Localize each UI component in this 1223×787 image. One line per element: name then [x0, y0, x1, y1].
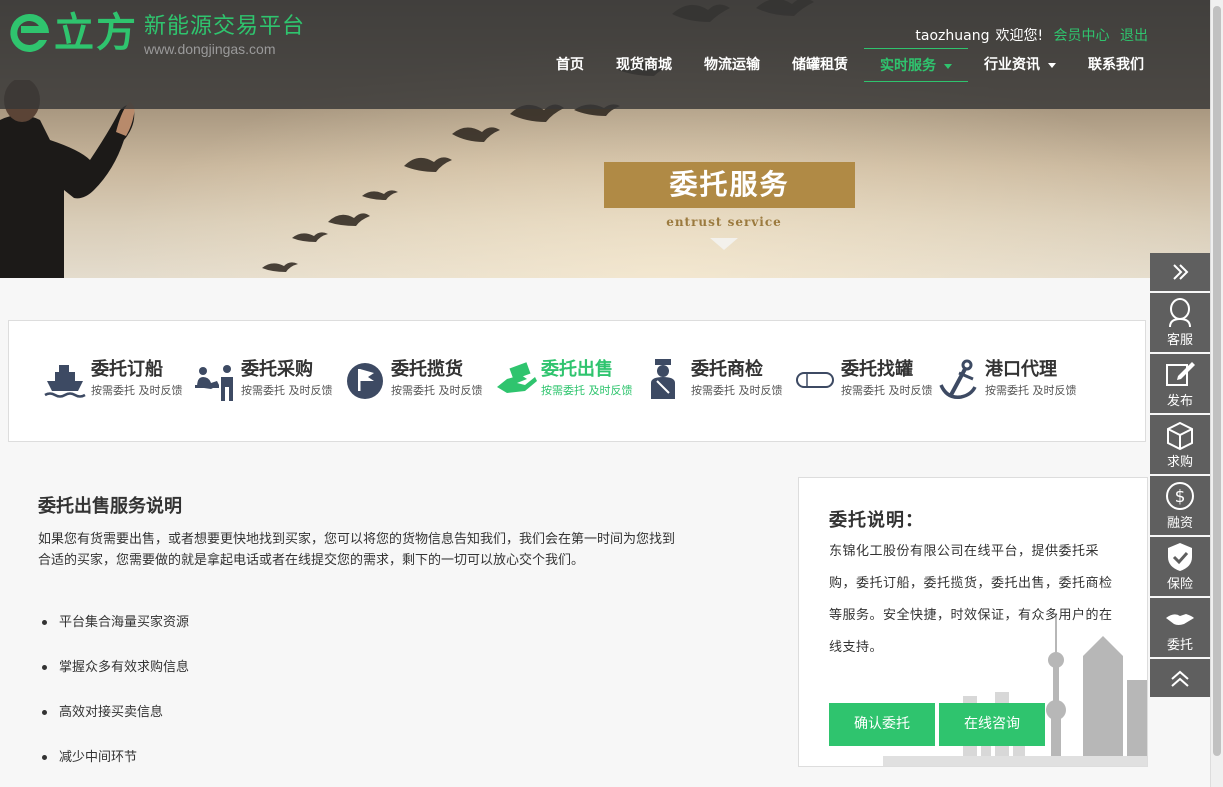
service-title: 委托出售 [541, 359, 613, 380]
welcome-text: 欢迎您! [995, 28, 1044, 44]
nav-item-tank-rental[interactable]: 储罐租赁 [776, 48, 864, 82]
chevron-down-icon [1048, 62, 1056, 68]
service-tab-sell[interactable]: 委托出售 按需委托 及时反馈 [493, 357, 633, 407]
banner-subtitle: entrust service [666, 215, 782, 229]
sidebar-collapse-button[interactable] [1150, 253, 1210, 291]
nav-item-industry-news[interactable]: 行业资讯 [968, 48, 1072, 82]
confirm-entrust-button[interactable]: 确认委托 [829, 703, 935, 746]
sidebar-item-insurance[interactable]: 保险 [1150, 537, 1210, 596]
anchor-icon [939, 359, 977, 399]
service-desc: 按需委托 及时反馈 [391, 384, 483, 397]
main-nav: 首页 现货商城 物流运输 储罐租赁 实时服务 行业资讯 联系我们 [540, 48, 1160, 82]
tank-icon [796, 372, 834, 388]
service-title: 委托采购 [241, 359, 313, 380]
member-center-link[interactable]: 会员中心 [1054, 28, 1110, 44]
shield-check-icon [1168, 543, 1192, 571]
panel-title: 委托说明： [829, 510, 924, 531]
chevron-down-icon [944, 63, 952, 69]
banner-title: 委托服务 [604, 162, 855, 208]
service-tab-ship-booking[interactable]: 委托订船 按需委托 及时反馈 [43, 357, 183, 407]
service-title: 委托揽货 [391, 359, 463, 380]
nav-item-realtime-service[interactable]: 实时服务 [864, 48, 968, 82]
triangle-down-icon [710, 238, 738, 250]
service-tab-cargo[interactable]: 委托揽货 按需委托 及时反馈 [343, 357, 483, 407]
inspector-icon [651, 359, 675, 399]
service-title: 委托订船 [91, 359, 163, 380]
double-chevron-right-icon [1173, 264, 1189, 280]
edit-icon [1166, 362, 1195, 386]
nav-item-logistics[interactable]: 物流运输 [688, 48, 776, 82]
sidebar-item-finance[interactable]: $ 融资 [1150, 476, 1210, 535]
service-title: 委托商检 [691, 359, 763, 380]
service-desc: 按需委托 及时反馈 [241, 384, 333, 397]
page-scrollbar[interactable] [1210, 0, 1223, 787]
service-tab-inspection[interactable]: 委托商检 按需委托 及时反馈 [643, 357, 783, 407]
businessman-image [0, 80, 135, 278]
box-icon [1167, 421, 1193, 451]
service-desc: 按需委托 及时反馈 [841, 384, 933, 397]
floating-sidebar: 客服 发布 求购 $ 融资 保险 委托 [1150, 253, 1210, 699]
nav-item-home[interactable]: 首页 [540, 48, 600, 82]
sell-hand-icon [497, 362, 537, 393]
logo-tagline: 新能源交易平台 [144, 14, 306, 39]
service-tab-find-tank[interactable]: 委托找罐 按需委托 及时反馈 [793, 357, 933, 407]
service-tabs: 委托订船 按需委托 及时反馈 委托采购 按需委托 及时反馈 委托揽货 按需委托 … [8, 320, 1146, 442]
username: taozhuang [915, 28, 990, 44]
top-navbar: 立方 新能源交易平台 www.dongjingas.com taozhuang 欢… [0, 0, 1210, 109]
bullet-icon [42, 620, 47, 625]
bullet-icon [42, 665, 47, 670]
feature-item: 减少中间环节 [42, 746, 137, 765]
user-bar: taozhuang 欢迎您! 会员中心 退出 [915, 25, 1148, 45]
main-paragraph: 如果您有货需要出售，或者想要更快地找到买家，您可以将您的货物信息告知我们，我们会… [38, 532, 676, 568]
bullet-icon [42, 710, 47, 715]
entrust-info-panel: 委托说明： 东锦化工股份有限公司在线平台，提供委托采购，委托订船，委托揽货，委托… [798, 477, 1148, 767]
sidebar-item-customer-service[interactable]: 客服 [1150, 293, 1210, 352]
service-desc: 按需委托 及时反馈 [91, 384, 183, 397]
nav-item-contact[interactable]: 联系我们 [1072, 48, 1160, 82]
sidebar-item-publish[interactable]: 发布 [1150, 354, 1210, 413]
panel-text: 东锦化工股份有限公司在线平台，提供委托采购，委托订船，委托揽货，委托出售，委托商… [829, 544, 1113, 655]
scrollbar-thumb[interactable] [1213, 6, 1221, 756]
back-to-top-button[interactable] [1150, 659, 1210, 697]
logo-e-icon [10, 13, 50, 52]
service-title: 港口代理 [985, 359, 1057, 380]
sidebar-item-buy[interactable]: 求购 [1150, 415, 1210, 474]
ship-icon [44, 365, 86, 398]
handshake-icon [1166, 614, 1194, 625]
online-consult-button[interactable]: 在线咨询 [939, 703, 1045, 746]
feature-item: 掌握众多有效求购信息 [42, 656, 189, 675]
main-title: 委托出售服务说明 [38, 496, 182, 517]
logo-main-text: 立方 [54, 10, 138, 56]
service-desc: 按需委托 及时反馈 [541, 384, 633, 397]
service-title: 委托找罐 [841, 359, 913, 380]
nav-item-spot-mall[interactable]: 现货商城 [600, 48, 688, 82]
purchase-desk-icon [195, 365, 233, 401]
dollar-icon: $ [1166, 482, 1194, 510]
service-desc: 按需委托 及时反馈 [985, 384, 1077, 397]
logo-url: www.dongjingas.com [144, 41, 276, 57]
sidebar-item-entrust[interactable]: 委托 [1150, 598, 1210, 657]
logo[interactable]: 立方 新能源交易平台 www.dongjingas.com [8, 10, 305, 58]
service-tab-purchase[interactable]: 委托采购 按需委托 及时反馈 [193, 357, 333, 407]
bullet-icon [42, 755, 47, 760]
feature-item: 平台集合海量买家资源 [42, 611, 189, 630]
feature-item: 高效对接买卖信息 [42, 701, 163, 720]
hero-banner: 立方 新能源交易平台 www.dongjingas.com taozhuang 欢… [0, 0, 1210, 278]
svg-text:$: $ [1175, 487, 1186, 507]
customer-service-icon [1169, 298, 1191, 328]
service-tab-port-agent[interactable]: 港口代理 按需委托 及时反馈 [937, 357, 1077, 407]
service-desc: 按需委托 及时反馈 [691, 384, 783, 397]
flag-icon [347, 363, 383, 399]
logout-link[interactable]: 退出 [1120, 28, 1148, 44]
double-chevron-up-icon [1171, 670, 1189, 687]
